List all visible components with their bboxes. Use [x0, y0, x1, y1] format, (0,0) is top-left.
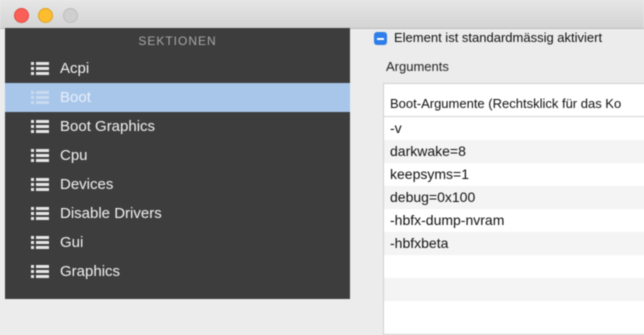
row-value: -hbfxbeta — [390, 235, 449, 251]
row-value: debug=0x100 — [390, 189, 476, 205]
arguments-group-label: Arguments — [386, 59, 449, 74]
list-icon — [31, 149, 49, 162]
enabled-by-default-checkbox[interactable] — [374, 32, 387, 45]
sidebar-item-acpi[interactable]: Acpi — [5, 54, 350, 83]
title-bar — [0, 0, 644, 29]
sidebar-item-label: Boot Graphics — [60, 118, 156, 135]
table-row[interactable]: -hbfxbeta — [384, 232, 644, 255]
sidebar-item-label: Boot — [60, 89, 91, 106]
sidebar-item-label: Disable Drivers — [60, 205, 162, 222]
sidebar-item-label: Graphics — [60, 263, 121, 280]
list-icon — [31, 178, 49, 191]
minimize-window-button[interactable] — [38, 8, 53, 23]
list-icon — [31, 207, 49, 220]
table-row[interactable]: darkwake=8 — [384, 140, 644, 163]
row-value: -hbfx-dump-nvram — [390, 212, 505, 228]
close-window-button[interactable] — [14, 8, 29, 23]
row-value: -v — [390, 120, 402, 136]
table-row-empty[interactable] — [384, 255, 644, 278]
table-row[interactable]: -hbfx-dump-nvram — [384, 209, 644, 232]
sidebar-item-label: Gui — [60, 234, 84, 251]
row-value: darkwake=8 — [390, 143, 466, 159]
sidebar-item-boot-graphics[interactable]: Boot Graphics — [5, 112, 350, 141]
table-row[interactable]: debug=0x100 — [384, 186, 644, 209]
sidebar-item-gui[interactable]: Gui — [5, 228, 350, 257]
sidebar-item-devices[interactable]: Devices — [5, 170, 350, 199]
table-row[interactable]: keepsyms=1 — [384, 163, 644, 186]
list-icon — [31, 62, 49, 75]
list-icon — [31, 91, 49, 104]
sidebar-header: SEKTIONEN — [138, 34, 217, 48]
list-icon — [31, 265, 49, 278]
row-value: keepsyms=1 — [390, 166, 469, 182]
table-row[interactable]: -v — [384, 117, 644, 140]
sidebar-item-label: Devices — [60, 176, 114, 193]
zoom-window-button[interactable] — [63, 8, 78, 23]
sidebar-item-cpu[interactable]: Cpu — [5, 141, 350, 170]
sections-sidebar: SEKTIONEN Acpi Boot Boot Graphics Cpu De… — [5, 28, 350, 299]
list-icon — [31, 120, 49, 133]
sidebar-item-boot[interactable]: Boot — [5, 83, 350, 112]
column-header-label: Boot-Argumente (Rechtsklick für das Ko — [390, 96, 622, 111]
main-pane: Element ist standardmässig aktiviert Arg… — [350, 28, 644, 335]
table-header[interactable]: Boot-Argumente (Rechtsklick für das Ko — [384, 92, 644, 117]
sidebar-item-graphics[interactable]: Graphics — [5, 257, 350, 286]
checkbox-label: Element ist standardmässig aktiviert — [394, 30, 603, 45]
sidebar-item-disable-drivers[interactable]: Disable Drivers — [5, 199, 350, 228]
sidebar-item-label: Acpi — [60, 60, 90, 77]
table-row-empty[interactable] — [384, 278, 644, 301]
list-icon — [31, 236, 49, 249]
sidebar-item-label: Cpu — [60, 147, 88, 164]
boot-arguments-table: Boot-Argumente (Rechtsklick für das Ko -… — [383, 83, 644, 335]
